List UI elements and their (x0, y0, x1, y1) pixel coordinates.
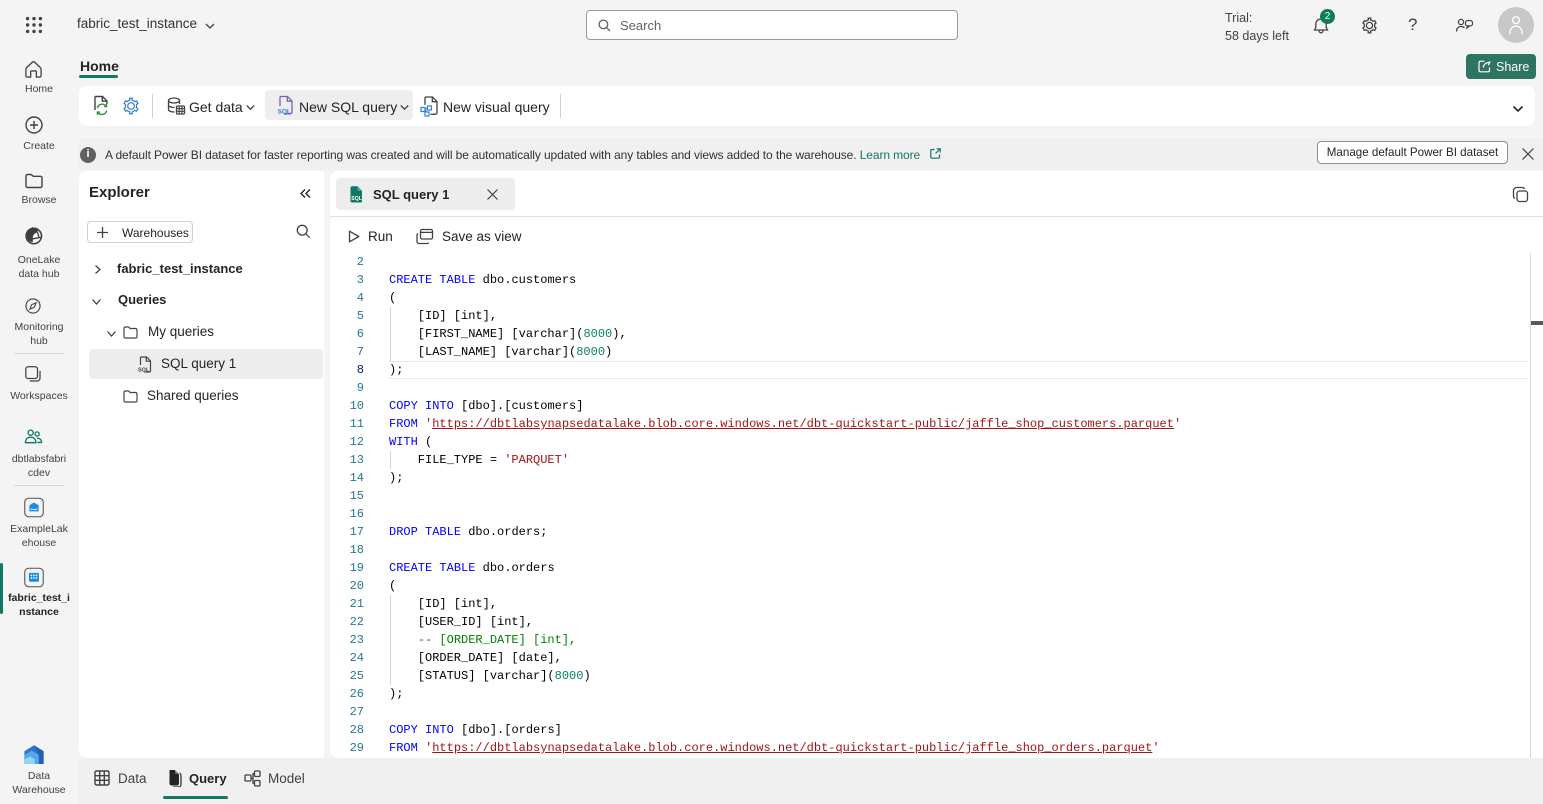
svg-text:SQL: SQL (138, 368, 150, 374)
svg-text:SQL: SQL (278, 109, 291, 116)
svg-text:SQL: SQL (351, 196, 362, 202)
